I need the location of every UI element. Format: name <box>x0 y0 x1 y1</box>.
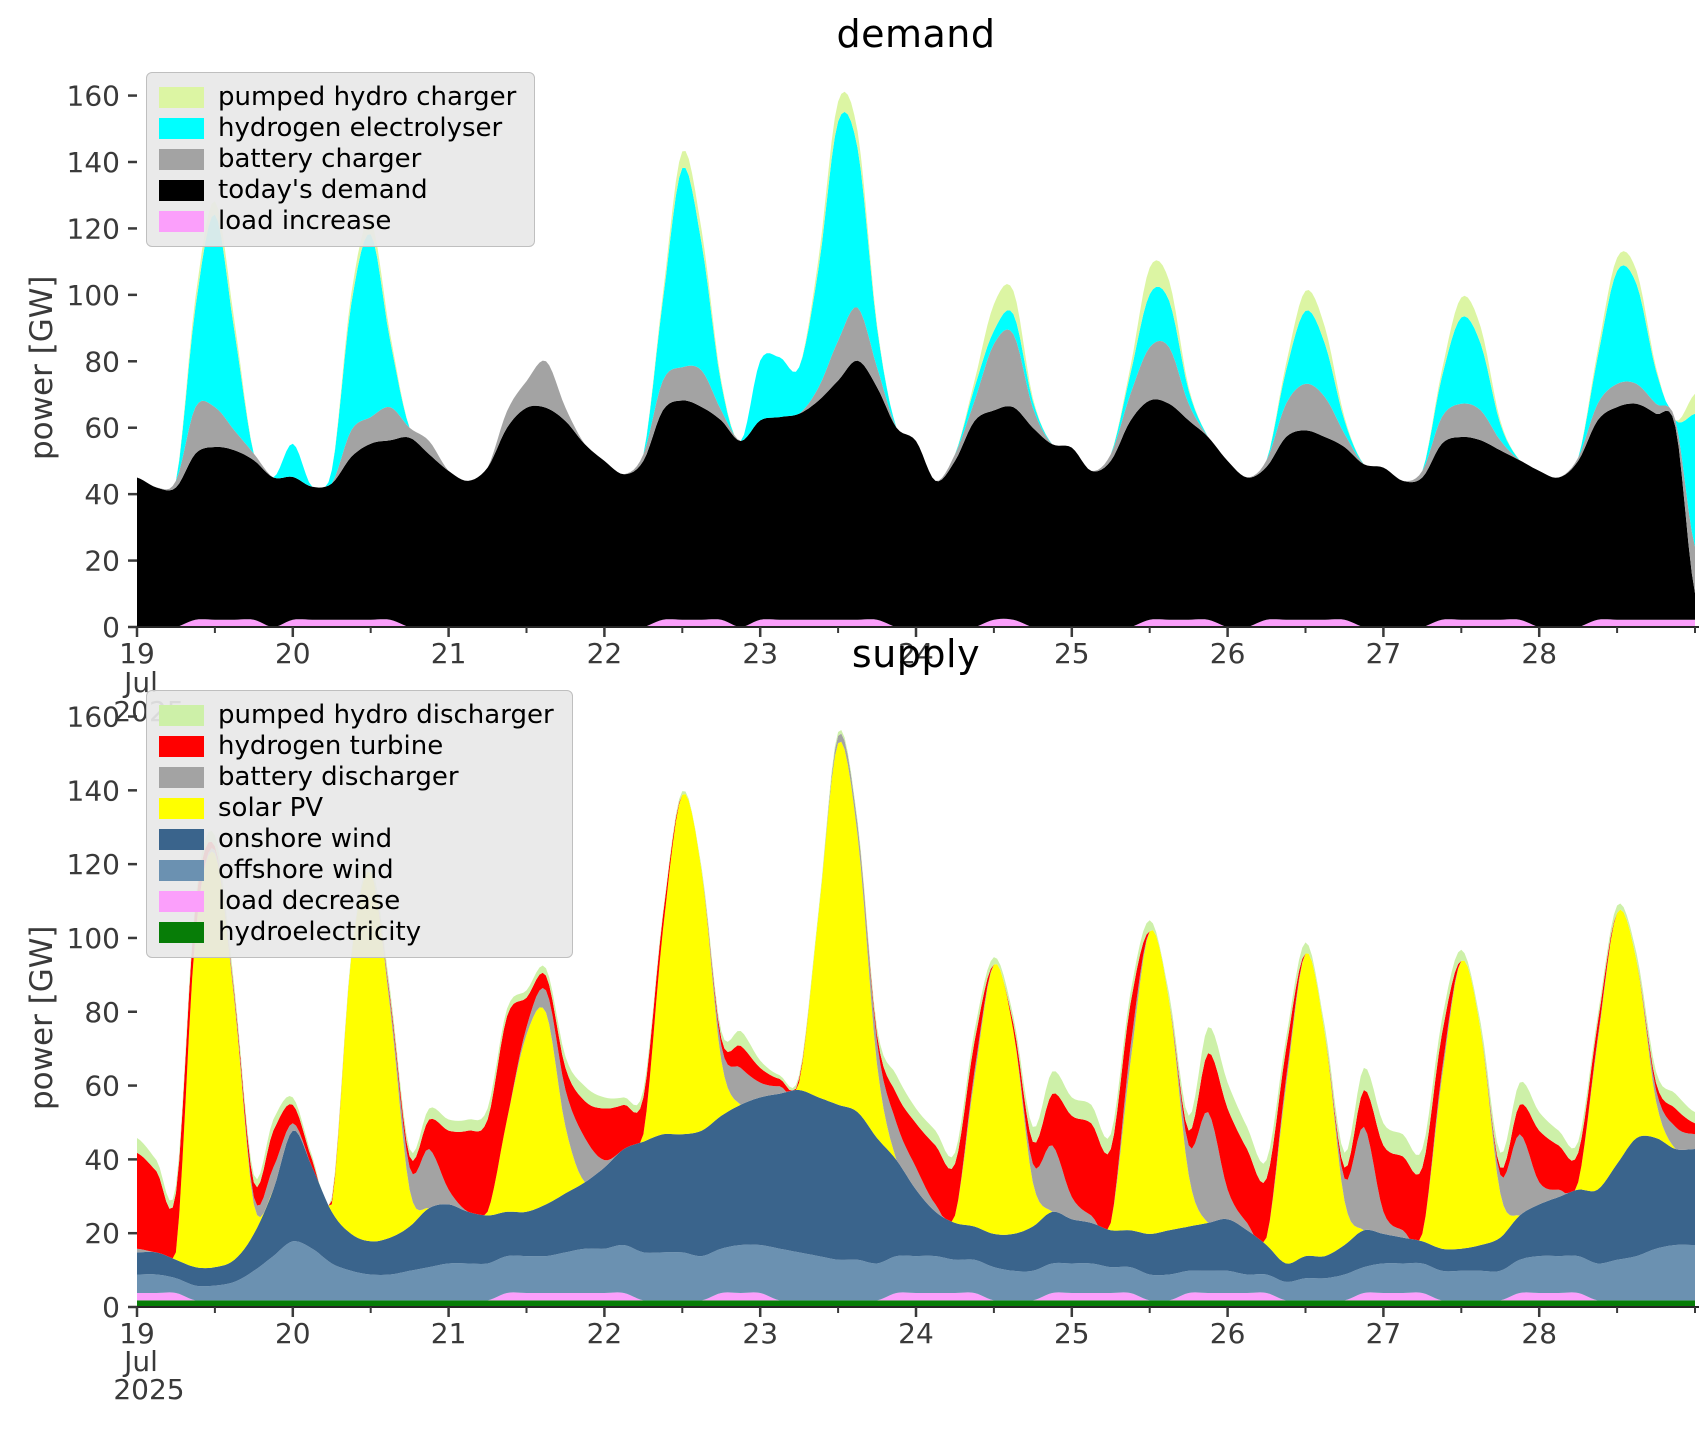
hydrogen-electrolyser-swatch-icon <box>159 118 204 139</box>
legend-label: load increase <box>218 206 391 237</box>
legend-item-offshore-wind: offshore wind <box>159 855 554 886</box>
x-tick-label: 27 <box>1366 1317 1402 1350</box>
y-tick-label: 100 <box>67 922 120 955</box>
y-tick-label: 100 <box>67 279 120 312</box>
x-tick-label: 22 <box>587 1317 623 1350</box>
onshore-wind-swatch-icon <box>159 829 204 850</box>
legend-item-pumped-hydro-charger: pumped hydro charger <box>159 82 516 113</box>
y-tick-label: 20 <box>84 545 120 578</box>
hydroelectricity-swatch-icon <box>159 922 204 943</box>
x-tick-label: 26 <box>1210 1317 1246 1350</box>
y-tick-label: 40 <box>84 478 120 511</box>
y-tick-label: 160 <box>67 701 120 734</box>
pumped-hydro-charger-swatch-icon <box>159 87 204 108</box>
legend-label: hydroelectricity <box>218 917 421 948</box>
figure: 0204060801001201401601920212223242526272… <box>0 0 1706 1431</box>
legend-item-solar-pv: solar PV <box>159 793 554 824</box>
offshore-wind-swatch-icon <box>159 860 204 881</box>
x-tick-label: 25 <box>1054 1317 1090 1350</box>
legend-label: load decrease <box>218 886 400 917</box>
legend-label: offshore wind <box>218 855 394 886</box>
legend-item-hydroelectricity: hydroelectricity <box>159 917 554 948</box>
legend-item-hydrogen-turbine: hydrogen turbine <box>159 731 554 762</box>
legend-label: battery discharger <box>218 762 459 793</box>
y-tick-label: 0 <box>102 1291 120 1324</box>
legend-label: pumped hydro discharger <box>218 700 554 731</box>
legend-item-pumped-hydro-discharger: pumped hydro discharger <box>159 700 554 731</box>
legend-item-load-increase: load increase <box>159 206 516 237</box>
y-tick-label: 120 <box>67 848 120 881</box>
load-increase-swatch-icon <box>159 211 204 232</box>
y-tick-label: 60 <box>84 1070 120 1103</box>
y-tick-label: 0 <box>102 611 120 644</box>
legend-item-hydrogen-electrolyser: hydrogen electrolyser <box>159 113 516 144</box>
legend-label: today's demand <box>218 175 428 206</box>
legend-label: hydrogen electrolyser <box>218 113 502 144</box>
hydrogen-turbine-swatch-icon <box>159 736 204 757</box>
y-tick-label: 80 <box>84 345 120 378</box>
y-tick-label: 20 <box>84 1217 120 1250</box>
demand-legend: pumped hydro chargerhydrogen electrolyse… <box>146 72 535 247</box>
battery-charger-swatch-icon <box>159 149 204 170</box>
x-tick-label: 24 <box>898 1317 934 1350</box>
y-tick-label: 160 <box>67 80 120 113</box>
y-tick-label: 120 <box>67 212 120 245</box>
y-tick-label: 60 <box>84 412 120 445</box>
x-tick-label: 21 <box>431 1317 467 1350</box>
load-decrease-swatch-icon <box>159 891 204 912</box>
y-tick-label: 140 <box>67 146 120 179</box>
legend-item-battery-discharger: battery discharger <box>159 762 554 793</box>
legend-item-onshore-wind: onshore wind <box>159 824 554 855</box>
solar-pv-swatch-icon <box>159 798 204 819</box>
y-tick-label: 80 <box>84 996 120 1029</box>
demand-y-axis-label: power [GW] <box>24 275 60 460</box>
x-tick-label: 28 <box>1521 1317 1557 1350</box>
todays-demand-swatch-icon <box>159 180 204 201</box>
legend-label: battery charger <box>218 144 421 175</box>
battery-discharger-swatch-icon <box>159 767 204 788</box>
y-tick-label: 40 <box>84 1143 120 1176</box>
legend-label: solar PV <box>218 793 323 824</box>
x-tick-label: 20 <box>275 1317 311 1350</box>
pumped-hydro-discharger-swatch-icon <box>159 705 204 726</box>
x-caption-year: 2025 <box>113 1373 184 1406</box>
supply-y-axis-label: power [GW] <box>24 925 60 1110</box>
legend-item-battery-charger: battery charger <box>159 144 516 175</box>
legend-label: pumped hydro charger <box>218 82 516 113</box>
supply-legend: pumped hydro dischargerhydrogen turbineb… <box>146 690 573 958</box>
legend-item-todays-demand: today's demand <box>159 175 516 206</box>
supply-chart-title: supply <box>137 632 1695 676</box>
demand-chart-title: demand <box>137 12 1695 56</box>
legend-item-load-decrease: load decrease <box>159 886 554 917</box>
legend-label: onshore wind <box>218 824 392 855</box>
x-tick-label: 23 <box>742 1317 778 1350</box>
y-tick-label: 140 <box>67 774 120 807</box>
legend-label: hydrogen turbine <box>218 731 443 762</box>
